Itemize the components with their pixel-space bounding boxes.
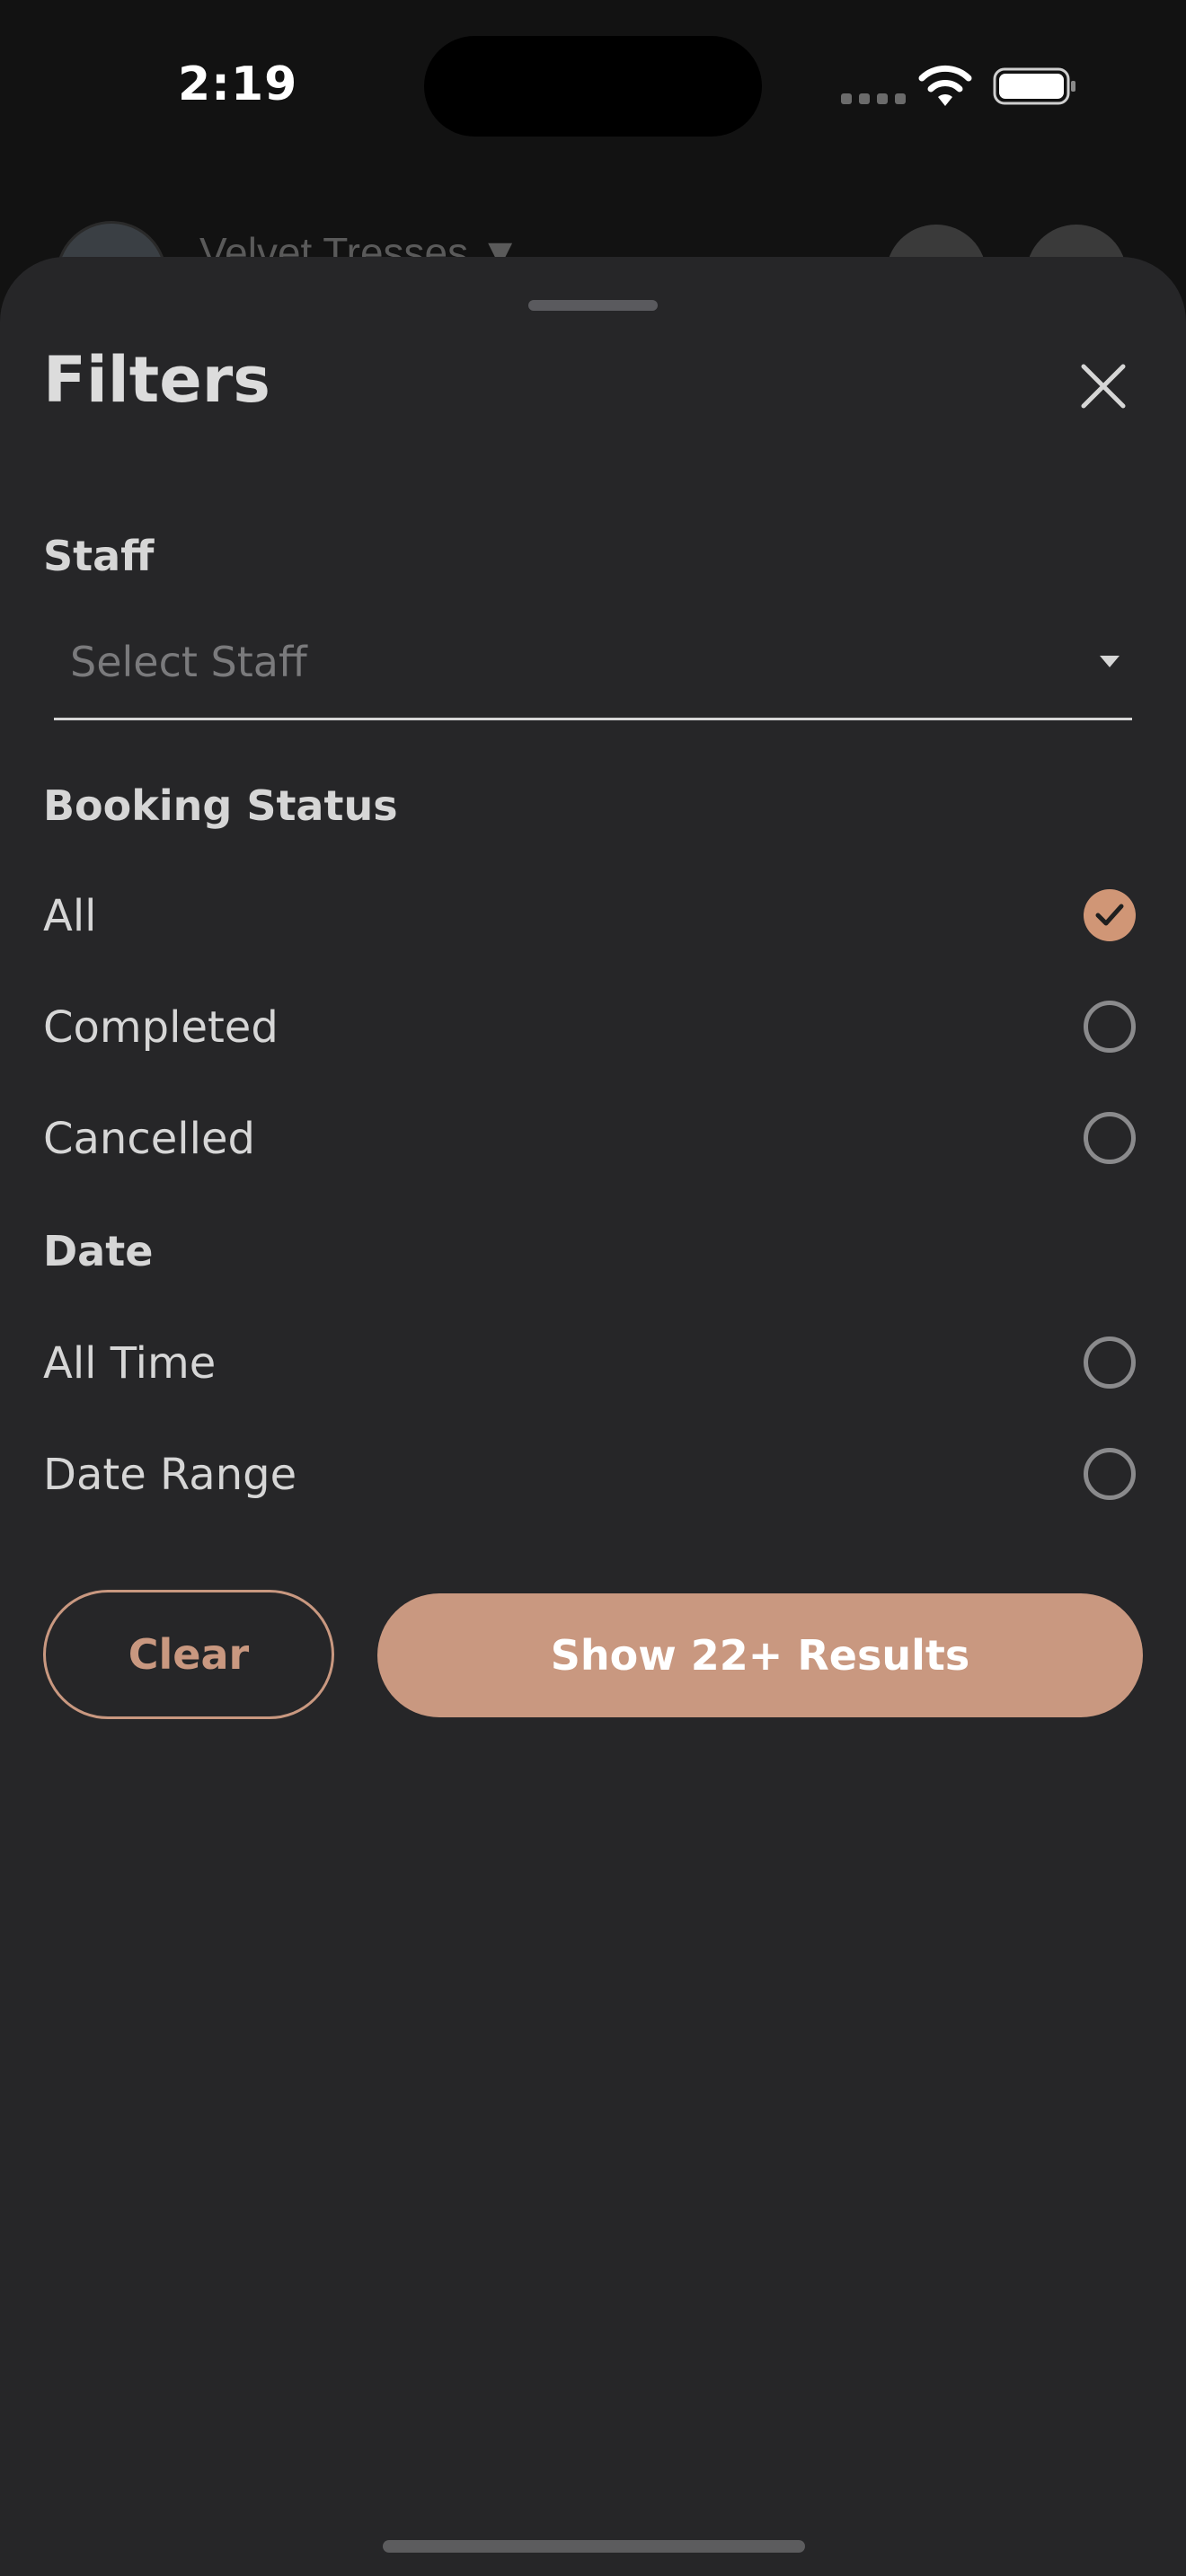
cellular-signal-icon: [841, 93, 906, 104]
radio-unchecked-icon[interactable]: [1084, 1448, 1136, 1500]
radio-unchecked-icon[interactable]: [1084, 1112, 1136, 1164]
clear-button[interactable]: Clear: [43, 1590, 334, 1719]
sheet-grabber[interactable]: [528, 300, 658, 311]
date-option-all-time[interactable]: All Time: [0, 1319, 1186, 1408]
staff-select-placeholder: Select Staff: [70, 638, 307, 686]
battery-icon: [993, 67, 1075, 105]
option-label: Cancelled: [43, 1114, 255, 1164]
close-icon[interactable]: [1075, 357, 1132, 415]
screen: 2:19 Velvet Tresses ▼ Filters Staff Sele…: [0, 0, 1186, 2576]
caret-down-icon: [1100, 656, 1120, 667]
option-label: All Time: [43, 1338, 217, 1389]
radio-unchecked-icon[interactable]: [1084, 1001, 1136, 1053]
show-results-button[interactable]: Show 22+ Results: [377, 1593, 1143, 1717]
booking-status-option-completed[interactable]: Completed: [0, 983, 1186, 1072]
wifi-icon: [918, 65, 972, 106]
option-label: Date Range: [43, 1450, 297, 1500]
staff-label: Staff: [43, 532, 155, 580]
radio-unchecked-icon[interactable]: [1084, 1337, 1136, 1389]
sheet-title: Filters: [43, 343, 270, 417]
home-indicator: [383, 2540, 805, 2553]
booking-status-label: Booking Status: [43, 781, 398, 830]
checkmark-icon: [1095, 904, 1124, 926]
date-label: Date: [43, 1227, 154, 1275]
booking-status-option-all[interactable]: All: [0, 871, 1186, 961]
staff-select[interactable]: Select Staff: [54, 613, 1132, 720]
option-label: Completed: [43, 1002, 279, 1053]
option-label: All: [43, 891, 97, 941]
status-time: 2:19: [178, 57, 298, 111]
booking-status-option-cancelled[interactable]: Cancelled: [0, 1094, 1186, 1184]
date-option-date-range[interactable]: Date Range: [0, 1430, 1186, 1520]
filters-sheet: Filters Staff Select Staff Booking Statu…: [0, 257, 1186, 2576]
dynamic-island: [424, 36, 762, 137]
radio-checked-icon[interactable]: [1084, 889, 1136, 941]
